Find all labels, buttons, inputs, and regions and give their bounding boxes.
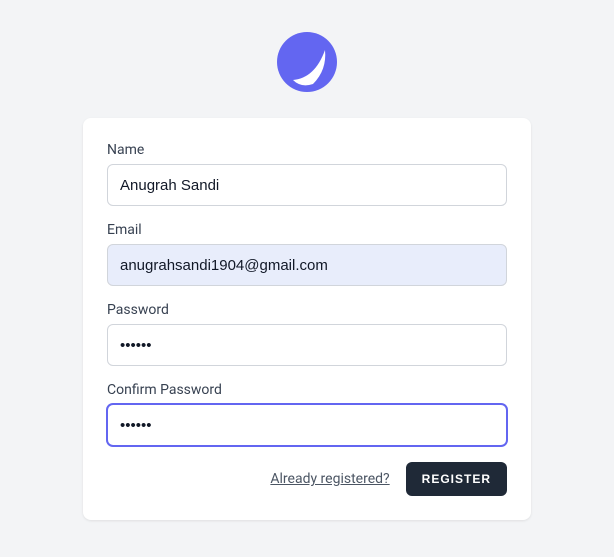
- confirm-password-input[interactable]: [107, 404, 507, 446]
- email-label: Email: [107, 222, 507, 238]
- email-input[interactable]: [107, 244, 507, 286]
- confirm-password-label: Confirm Password: [107, 382, 507, 398]
- name-input[interactable]: [107, 164, 507, 206]
- register-button[interactable]: REGISTER: [406, 462, 507, 496]
- password-input[interactable]: [107, 324, 507, 366]
- name-label: Name: [107, 142, 507, 158]
- already-registered-link[interactable]: Already registered?: [270, 471, 389, 487]
- register-card: Name Email Password Confirm Password Alr…: [83, 118, 531, 520]
- password-label: Password: [107, 302, 507, 318]
- app-logo: [275, 30, 339, 94]
